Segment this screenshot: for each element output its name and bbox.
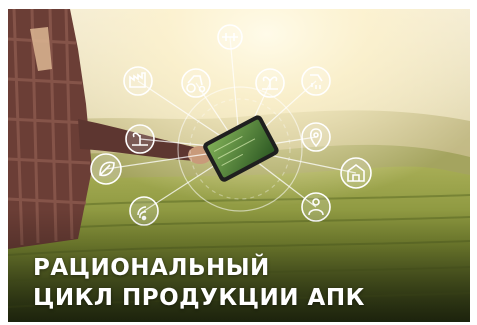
hand-plant-icon — [125, 124, 155, 154]
plant-sprout-icon — [255, 68, 285, 98]
drone-icon — [217, 24, 243, 50]
location-pin-icon — [301, 122, 331, 152]
banner-title: РАЦИОНАЛЬНЫЙ ЦИКЛ ПРОДУКЦИИ АПК — [33, 253, 365, 313]
leaf-circle-icon — [90, 153, 122, 185]
warehouse-icon — [340, 157, 372, 189]
banner-title-line2: ЦИКЛ ПРОДУКЦИИ АПК — [33, 285, 365, 311]
tractor-icon — [181, 68, 211, 98]
banner-card[interactable]: РАЦИОНАЛЬНЫЙ ЦИКЛ ПРОДУКЦИИ АПК — [8, 9, 470, 322]
irrigation-icon — [301, 66, 331, 96]
factory-icon — [123, 66, 153, 96]
banner-title-line1: РАЦИОНАЛЬНЫЙ — [33, 255, 270, 281]
